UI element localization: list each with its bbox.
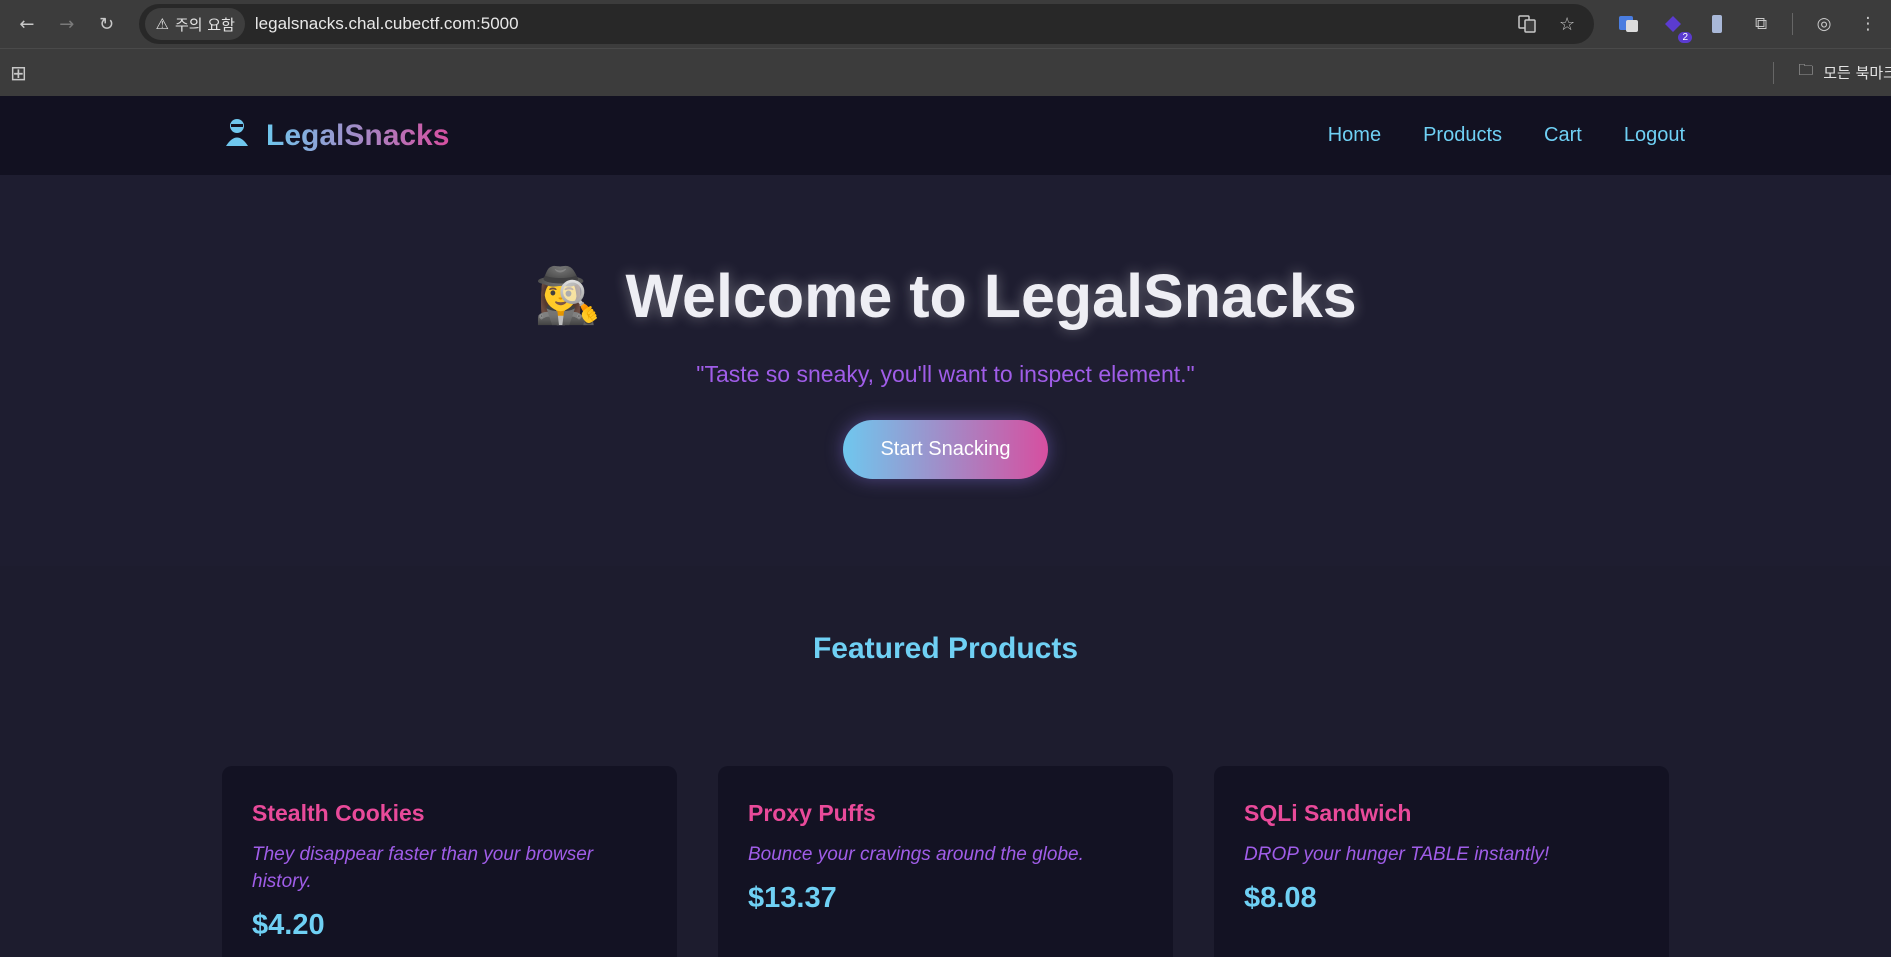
hero-heading: Welcome to LegalSnacks bbox=[625, 262, 1357, 330]
product-description: DROP your hunger TABLE instantly! bbox=[1244, 844, 1550, 865]
detective-icon: 🕵️‍♀️ bbox=[534, 264, 602, 327]
google-translate-extension-icon[interactable] bbox=[1616, 11, 1642, 37]
site-header: LegalSnacks Home Products Cart Logout bbox=[0, 96, 1891, 175]
product-name: Proxy Puffs bbox=[748, 800, 876, 826]
bookmarks-separator bbox=[1773, 61, 1775, 84]
product-card[interactable]: Proxy Puffs Bounce your cravings around … bbox=[718, 766, 1173, 957]
extensions-puzzle-icon[interactable]: ⧉ bbox=[1748, 11, 1774, 37]
profile-icon[interactable]: ◎ bbox=[1811, 11, 1837, 37]
hero-tagline: "Taste so sneaky, you'll want to inspect… bbox=[696, 361, 1195, 387]
bookmark-star-icon[interactable]: ☆ bbox=[1554, 11, 1580, 37]
browser-toolbar: ← → ↻ ⚠ 주의 요함 legalsnacks.chal.cubectf.c… bbox=[0, 0, 1891, 48]
product-price: $8.08 bbox=[1244, 882, 1317, 914]
all-bookmarks-folder[interactable]: 모든 북마크 bbox=[1823, 62, 1891, 83]
translate-icon[interactable] bbox=[1514, 11, 1540, 37]
product-name: Stealth Cookies bbox=[252, 800, 425, 826]
product-name: SQLi Sandwich bbox=[1244, 800, 1412, 826]
apps-grid-icon[interactable]: ⊞ bbox=[10, 61, 27, 85]
product-description: They disappear faster than your browser … bbox=[252, 844, 594, 892]
main-nav: Home Products Cart Logout bbox=[1328, 124, 1685, 147]
nav-products[interactable]: Products bbox=[1423, 124, 1502, 147]
forward-button[interactable]: → bbox=[50, 7, 84, 41]
featured-section: Featured Products Stealth Cookies They d… bbox=[0, 566, 1891, 957]
menu-kebab-icon[interactable]: ⋮ bbox=[1855, 11, 1881, 37]
site-logo[interactable]: LegalSnacks bbox=[222, 117, 449, 155]
back-button[interactable]: ← bbox=[10, 7, 44, 41]
start-snacking-button[interactable]: Start Snacking bbox=[843, 420, 1048, 479]
back-arrow-icon: ← bbox=[19, 13, 35, 35]
toolbar-separator bbox=[1792, 13, 1794, 35]
product-description: Bounce your cravings around the globe. bbox=[748, 844, 1084, 865]
hero-title: 🕵️‍♀️ Welcome to LegalSnacks bbox=[534, 261, 1356, 331]
bookmarks-bar: ⊞ 🗀 모든 북마크 bbox=[0, 48, 1891, 96]
phone-extension-icon[interactable] bbox=[1704, 11, 1730, 37]
warning-icon: ⚠ bbox=[155, 15, 169, 33]
hero-section: 🕵️‍♀️ Welcome to LegalSnacks "Taste so s… bbox=[0, 175, 1891, 566]
logo-text: LegalSnacks bbox=[266, 118, 450, 152]
nav-home[interactable]: Home bbox=[1328, 124, 1381, 147]
extension-with-badge-icon[interactable]: 2 bbox=[1660, 11, 1693, 43]
reload-button[interactable]: ↻ bbox=[90, 7, 124, 41]
product-card[interactable]: Stealth Cookies They disappear faster th… bbox=[222, 766, 677, 957]
nav-cart[interactable]: Cart bbox=[1544, 124, 1582, 147]
product-price: $13.37 bbox=[748, 882, 837, 914]
url-text[interactable]: legalsnacks.chal.cubectf.com:5000 bbox=[255, 14, 519, 34]
ninja-logo-icon bbox=[222, 117, 252, 155]
folder-icon: 🗀 bbox=[1798, 61, 1814, 79]
security-chip[interactable]: ⚠ 주의 요함 bbox=[145, 8, 245, 40]
address-bar[interactable]: ⚠ 주의 요함 legalsnacks.chal.cubectf.com:500… bbox=[139, 4, 1595, 44]
security-label: 주의 요함 bbox=[174, 15, 235, 34]
product-price: $4.20 bbox=[252, 909, 325, 941]
reload-icon: ↻ bbox=[99, 13, 115, 35]
extension-badge: 2 bbox=[1678, 32, 1693, 43]
nav-logout[interactable]: Logout bbox=[1624, 124, 1685, 147]
featured-title: Featured Products bbox=[812, 632, 1079, 665]
product-card[interactable]: SQLi Sandwich DROP your hunger TABLE ins… bbox=[1214, 766, 1669, 957]
forward-arrow-icon: → bbox=[59, 13, 75, 35]
product-grid: Stealth Cookies They disappear faster th… bbox=[0, 766, 1891, 957]
